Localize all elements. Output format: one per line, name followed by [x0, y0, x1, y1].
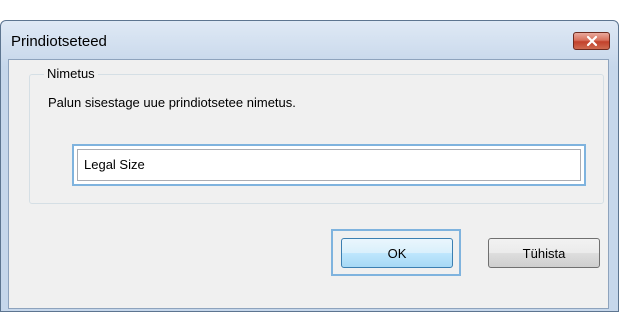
groupbox-legend: Nimetus: [44, 66, 98, 81]
prompt-text: Palun sisestage uue prindiotsetee nimetu…: [48, 95, 296, 110]
screen-background: [0, 0, 621, 20]
close-icon: [586, 35, 597, 47]
close-button[interactable]: [573, 32, 610, 50]
name-input[interactable]: [77, 149, 581, 181]
dialog-title: Prindiotseteed: [11, 33, 107, 50]
ok-button[interactable]: OK: [341, 238, 453, 268]
cancel-button[interactable]: Tühista: [488, 238, 600, 268]
name-input-focus-ring: [72, 144, 586, 186]
